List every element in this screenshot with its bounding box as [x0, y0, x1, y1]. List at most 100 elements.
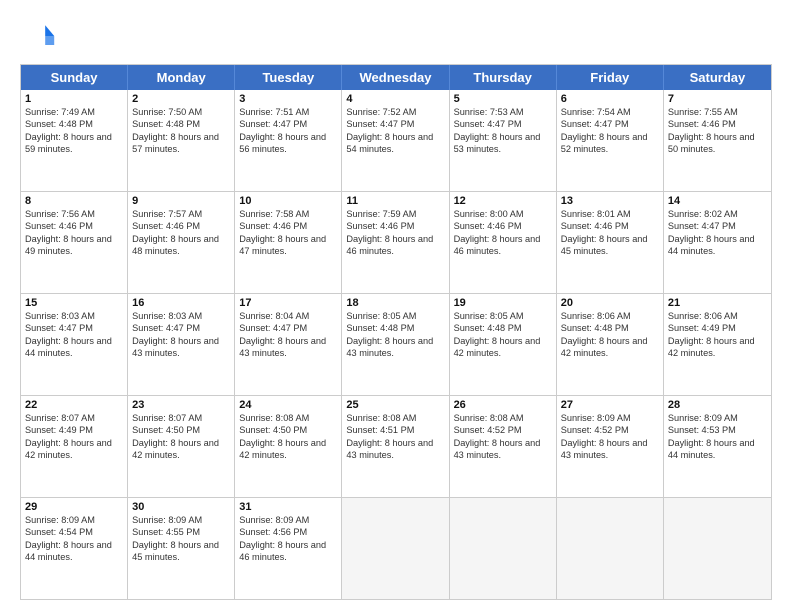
day-number: 9	[132, 195, 230, 207]
day-cell-30: 30 Sunrise: 8:09 AM Sunset: 4:55 PM Dayl…	[128, 498, 235, 599]
day-cell-1: 1 Sunrise: 7:49 AM Sunset: 4:48 PM Dayli…	[21, 90, 128, 191]
day-cell-19: 19 Sunrise: 8:05 AM Sunset: 4:48 PM Dayl…	[450, 294, 557, 395]
day-cell-9: 9 Sunrise: 7:57 AM Sunset: 4:46 PM Dayli…	[128, 192, 235, 293]
cell-content: Sunrise: 8:09 AM Sunset: 4:52 PM Dayligh…	[561, 412, 659, 462]
calendar-row-4: 22 Sunrise: 8:07 AM Sunset: 4:49 PM Dayl…	[21, 395, 771, 497]
day-cell-20: 20 Sunrise: 8:06 AM Sunset: 4:48 PM Dayl…	[557, 294, 664, 395]
logo	[20, 18, 60, 54]
day-cell-26: 26 Sunrise: 8:08 AM Sunset: 4:52 PM Dayl…	[450, 396, 557, 497]
day-number: 16	[132, 297, 230, 309]
cell-content: Sunrise: 8:09 AM Sunset: 4:56 PM Dayligh…	[239, 514, 337, 564]
cell-content: Sunrise: 8:01 AM Sunset: 4:46 PM Dayligh…	[561, 208, 659, 258]
day-cell-31: 31 Sunrise: 8:09 AM Sunset: 4:56 PM Dayl…	[235, 498, 342, 599]
day-number: 22	[25, 399, 123, 411]
day-number: 13	[561, 195, 659, 207]
calendar-row-3: 15 Sunrise: 8:03 AM Sunset: 4:47 PM Dayl…	[21, 293, 771, 395]
day-cell-14: 14 Sunrise: 8:02 AM Sunset: 4:47 PM Dayl…	[664, 192, 771, 293]
day-number: 25	[346, 399, 444, 411]
day-cell-17: 17 Sunrise: 8:04 AM Sunset: 4:47 PM Dayl…	[235, 294, 342, 395]
day-cell-27: 27 Sunrise: 8:09 AM Sunset: 4:52 PM Dayl…	[557, 396, 664, 497]
day-header-sunday: Sunday	[21, 65, 128, 90]
day-number: 30	[132, 501, 230, 513]
cell-content: Sunrise: 8:07 AM Sunset: 4:49 PM Dayligh…	[25, 412, 123, 462]
cell-content: Sunrise: 8:08 AM Sunset: 4:52 PM Dayligh…	[454, 412, 552, 462]
calendar: SundayMondayTuesdayWednesdayThursdayFrid…	[20, 64, 772, 600]
day-header-tuesday: Tuesday	[235, 65, 342, 90]
empty-cell	[342, 498, 449, 599]
cell-content: Sunrise: 8:03 AM Sunset: 4:47 PM Dayligh…	[25, 310, 123, 360]
day-number: 4	[346, 93, 444, 105]
day-cell-21: 21 Sunrise: 8:06 AM Sunset: 4:49 PM Dayl…	[664, 294, 771, 395]
day-cell-29: 29 Sunrise: 8:09 AM Sunset: 4:54 PM Dayl…	[21, 498, 128, 599]
day-number: 26	[454, 399, 552, 411]
day-cell-5: 5 Sunrise: 7:53 AM Sunset: 4:47 PM Dayli…	[450, 90, 557, 191]
calendar-row-2: 8 Sunrise: 7:56 AM Sunset: 4:46 PM Dayli…	[21, 191, 771, 293]
day-number: 6	[561, 93, 659, 105]
day-cell-16: 16 Sunrise: 8:03 AM Sunset: 4:47 PM Dayl…	[128, 294, 235, 395]
day-number: 29	[25, 501, 123, 513]
cell-content: Sunrise: 8:09 AM Sunset: 4:53 PM Dayligh…	[668, 412, 767, 462]
cell-content: Sunrise: 7:58 AM Sunset: 4:46 PM Dayligh…	[239, 208, 337, 258]
day-cell-24: 24 Sunrise: 8:08 AM Sunset: 4:50 PM Dayl…	[235, 396, 342, 497]
day-cell-25: 25 Sunrise: 8:08 AM Sunset: 4:51 PM Dayl…	[342, 396, 449, 497]
calendar-body: 1 Sunrise: 7:49 AM Sunset: 4:48 PM Dayli…	[21, 90, 771, 599]
cell-content: Sunrise: 7:54 AM Sunset: 4:47 PM Dayligh…	[561, 106, 659, 156]
day-number: 12	[454, 195, 552, 207]
day-number: 10	[239, 195, 337, 207]
day-cell-28: 28 Sunrise: 8:09 AM Sunset: 4:53 PM Dayl…	[664, 396, 771, 497]
day-number: 24	[239, 399, 337, 411]
header	[20, 18, 772, 54]
day-number: 18	[346, 297, 444, 309]
day-number: 20	[561, 297, 659, 309]
calendar-header: SundayMondayTuesdayWednesdayThursdayFrid…	[21, 65, 771, 90]
cell-content: Sunrise: 8:09 AM Sunset: 4:54 PM Dayligh…	[25, 514, 123, 564]
day-number: 23	[132, 399, 230, 411]
day-cell-22: 22 Sunrise: 8:07 AM Sunset: 4:49 PM Dayl…	[21, 396, 128, 497]
day-cell-6: 6 Sunrise: 7:54 AM Sunset: 4:47 PM Dayli…	[557, 90, 664, 191]
cell-content: Sunrise: 8:00 AM Sunset: 4:46 PM Dayligh…	[454, 208, 552, 258]
day-cell-11: 11 Sunrise: 7:59 AM Sunset: 4:46 PM Dayl…	[342, 192, 449, 293]
day-header-saturday: Saturday	[664, 65, 771, 90]
day-cell-13: 13 Sunrise: 8:01 AM Sunset: 4:46 PM Dayl…	[557, 192, 664, 293]
cell-content: Sunrise: 8:06 AM Sunset: 4:48 PM Dayligh…	[561, 310, 659, 360]
cell-content: Sunrise: 8:05 AM Sunset: 4:48 PM Dayligh…	[346, 310, 444, 360]
page: SundayMondayTuesdayWednesdayThursdayFrid…	[0, 0, 792, 612]
day-cell-12: 12 Sunrise: 8:00 AM Sunset: 4:46 PM Dayl…	[450, 192, 557, 293]
day-number: 19	[454, 297, 552, 309]
day-number: 5	[454, 93, 552, 105]
cell-content: Sunrise: 7:50 AM Sunset: 4:48 PM Dayligh…	[132, 106, 230, 156]
empty-cell	[557, 498, 664, 599]
cell-content: Sunrise: 7:51 AM Sunset: 4:47 PM Dayligh…	[239, 106, 337, 156]
day-number: 15	[25, 297, 123, 309]
day-cell-8: 8 Sunrise: 7:56 AM Sunset: 4:46 PM Dayli…	[21, 192, 128, 293]
cell-content: Sunrise: 8:05 AM Sunset: 4:48 PM Dayligh…	[454, 310, 552, 360]
cell-content: Sunrise: 7:49 AM Sunset: 4:48 PM Dayligh…	[25, 106, 123, 156]
day-number: 3	[239, 93, 337, 105]
day-header-wednesday: Wednesday	[342, 65, 449, 90]
day-number: 7	[668, 93, 767, 105]
cell-content: Sunrise: 8:04 AM Sunset: 4:47 PM Dayligh…	[239, 310, 337, 360]
day-cell-23: 23 Sunrise: 8:07 AM Sunset: 4:50 PM Dayl…	[128, 396, 235, 497]
day-cell-2: 2 Sunrise: 7:50 AM Sunset: 4:48 PM Dayli…	[128, 90, 235, 191]
day-cell-7: 7 Sunrise: 7:55 AM Sunset: 4:46 PM Dayli…	[664, 90, 771, 191]
day-number: 14	[668, 195, 767, 207]
day-cell-3: 3 Sunrise: 7:51 AM Sunset: 4:47 PM Dayli…	[235, 90, 342, 191]
day-cell-10: 10 Sunrise: 7:58 AM Sunset: 4:46 PM Dayl…	[235, 192, 342, 293]
day-cell-18: 18 Sunrise: 8:05 AM Sunset: 4:48 PM Dayl…	[342, 294, 449, 395]
day-number: 8	[25, 195, 123, 207]
day-number: 27	[561, 399, 659, 411]
day-cell-4: 4 Sunrise: 7:52 AM Sunset: 4:47 PM Dayli…	[342, 90, 449, 191]
day-number: 21	[668, 297, 767, 309]
cell-content: Sunrise: 7:55 AM Sunset: 4:46 PM Dayligh…	[668, 106, 767, 156]
day-number: 31	[239, 501, 337, 513]
day-header-thursday: Thursday	[450, 65, 557, 90]
day-number: 2	[132, 93, 230, 105]
cell-content: Sunrise: 8:02 AM Sunset: 4:47 PM Dayligh…	[668, 208, 767, 258]
cell-content: Sunrise: 7:56 AM Sunset: 4:46 PM Dayligh…	[25, 208, 123, 258]
day-number: 28	[668, 399, 767, 411]
cell-content: Sunrise: 7:52 AM Sunset: 4:47 PM Dayligh…	[346, 106, 444, 156]
cell-content: Sunrise: 8:06 AM Sunset: 4:49 PM Dayligh…	[668, 310, 767, 360]
logo-icon	[20, 18, 56, 54]
cell-content: Sunrise: 7:53 AM Sunset: 4:47 PM Dayligh…	[454, 106, 552, 156]
day-number: 11	[346, 195, 444, 207]
